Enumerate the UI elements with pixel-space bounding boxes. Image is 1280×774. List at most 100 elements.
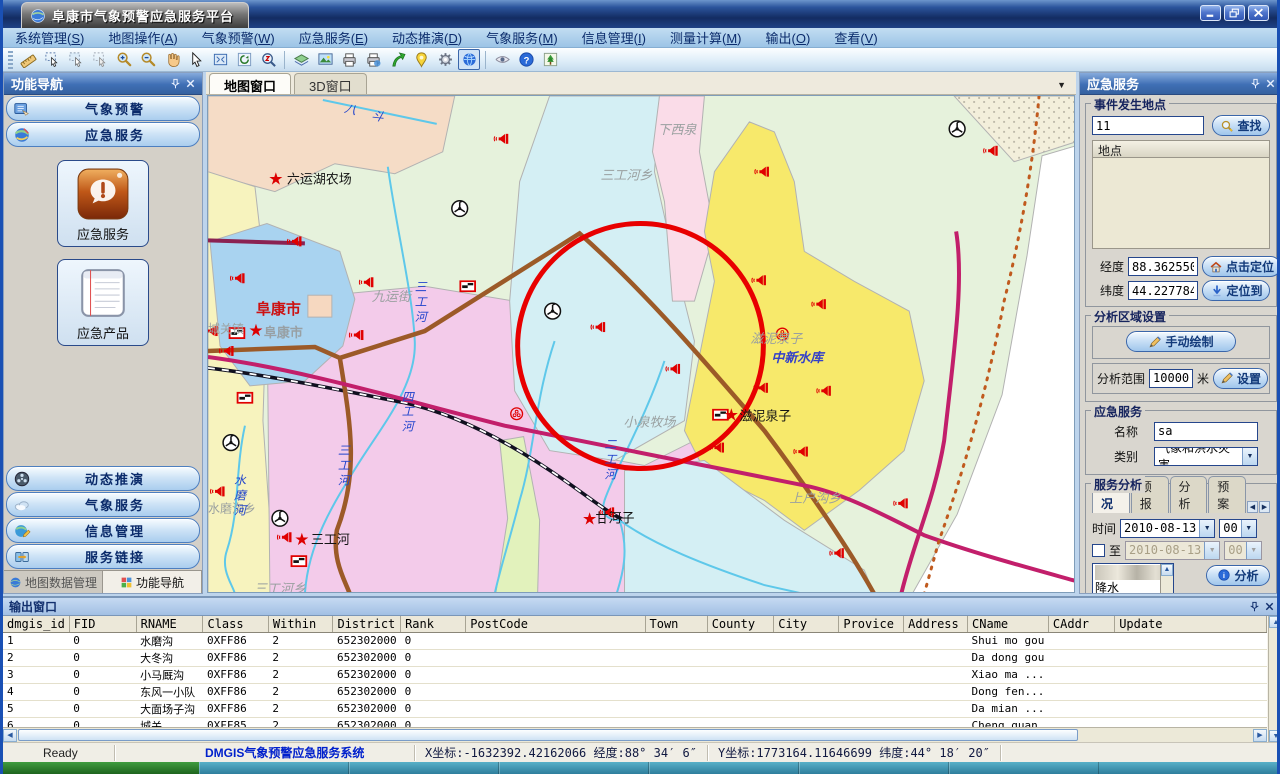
place-list[interactable] [1092, 157, 1270, 249]
element-list[interactable]: 降水空气温度 ▲▼ [1092, 563, 1174, 595]
map-tab[interactable]: 地图窗口 [209, 73, 291, 94]
print-preview-button[interactable] [362, 49, 384, 70]
service-name-field[interactable] [1154, 422, 1258, 441]
column-header[interactable]: dmgis_id [3, 616, 69, 632]
shortcut-alert-button[interactable]: 应急服务 [57, 160, 149, 247]
column-header[interactable]: Town [645, 616, 707, 632]
layers-button[interactable] [290, 49, 312, 70]
station-marker[interactable] [949, 121, 965, 137]
column-header[interactable]: Class [203, 616, 268, 632]
column-header[interactable]: District [333, 616, 401, 632]
station-marker[interactable] [452, 201, 468, 217]
analyze-button[interactable]: i 分析 [1206, 565, 1270, 586]
column-header[interactable]: Within [268, 616, 333, 632]
nav-group-film[interactable]: 动态推演 [6, 466, 200, 491]
scroll-left-icon[interactable]: ◀ [3, 729, 17, 742]
table-row[interactable]: 60城关0XFF8526523020000Cheng guan [3, 717, 1267, 727]
export-image-button[interactable] [314, 49, 336, 70]
flag-marker[interactable] [238, 393, 253, 403]
analysis-tab[interactable]: 预案 [1208, 476, 1246, 513]
chevron-down-icon[interactable]: ▼ [1199, 520, 1214, 537]
table-row[interactable]: 50大面场子沟0XFF8626523020000Da mian ... [3, 700, 1267, 717]
zoom-in-button[interactable] [113, 49, 135, 70]
nav-group-link[interactable]: 服务链接 [6, 544, 200, 569]
column-header[interactable]: County [707, 616, 774, 632]
menu-item-d[interactable]: 动态推演(D) [380, 27, 474, 48]
globe-3d-button[interactable] [458, 49, 480, 70]
tab-scroll-right-icon[interactable]: ▶ [1259, 501, 1270, 513]
search-button[interactable]: 查找 [1212, 115, 1270, 136]
menu-item-i[interactable]: 信息管理(I) [570, 27, 658, 48]
town-star-marker[interactable]: ★ [268, 170, 283, 189]
close-panel-icon[interactable] [1263, 76, 1278, 91]
pin-icon[interactable] [1248, 76, 1263, 91]
locate-to-button[interactable]: 定位到 [1202, 280, 1270, 301]
select-cursor-button[interactable] [41, 49, 63, 70]
pin-icon[interactable] [1247, 599, 1262, 614]
column-header[interactable]: City [774, 616, 839, 632]
manual-draw-button[interactable]: 手动绘制 [1126, 331, 1236, 352]
taskbar-start[interactable] [3, 762, 199, 774]
close-panel-icon[interactable] [183, 76, 198, 91]
pan-hand-button[interactable] [161, 49, 183, 70]
station-marker[interactable] [223, 435, 239, 451]
column-header[interactable]: Rank [401, 616, 466, 632]
hour-select[interactable]: 00▼ [1219, 519, 1256, 538]
refresh-button[interactable] [233, 49, 255, 70]
close-panel-icon[interactable] [1262, 599, 1277, 614]
column-header[interactable]: CAddr [1048, 616, 1114, 632]
table-horizontal-scrollbar[interactable]: ◀ ▶ [3, 727, 1267, 742]
table-row[interactable]: 30小马厩沟0XFF8626523020000Xiao ma ... [3, 666, 1267, 683]
print-button[interactable] [338, 49, 360, 70]
table-row[interactable]: 20大冬沟0XFF8626523020000Da dong gou [3, 649, 1267, 666]
analysis-tab[interactable]: 分析 [1170, 476, 1208, 513]
range-field[interactable] [1149, 369, 1193, 388]
settings-gear-button[interactable] [434, 49, 456, 70]
element-list-item[interactable]: 降水 [1093, 581, 1160, 595]
minimize-button[interactable] [1200, 5, 1221, 21]
ruler-button[interactable] [17, 49, 39, 70]
menu-item-m[interactable]: 测量计算(M) [658, 27, 754, 48]
zoom-out-button[interactable] [137, 49, 159, 70]
scrollbar-thumb[interactable] [18, 729, 1078, 741]
legend-tree-button[interactable] [539, 49, 561, 70]
menu-item-o[interactable]: 输出(O) [754, 27, 823, 48]
column-header[interactable]: FID [69, 616, 136, 632]
tab-scroll-left-icon[interactable]: ◀ [1247, 501, 1258, 513]
nav-group-infoglobe[interactable]: 信息管理 [6, 518, 200, 543]
column-header[interactable]: CName [968, 616, 1049, 632]
station-marker[interactable] [545, 303, 561, 319]
set-range-button[interactable]: 设置 [1213, 368, 1268, 389]
column-header[interactable]: Provice [839, 616, 904, 632]
longitude-field[interactable] [1128, 257, 1198, 276]
pin-icon[interactable] [168, 76, 183, 91]
nav-group-cloud[interactable]: 气象服务 [6, 492, 200, 517]
map-tab[interactable]: 3D窗口 [294, 73, 367, 94]
location-search-input[interactable] [1092, 116, 1204, 135]
column-header[interactable]: Address [904, 616, 968, 632]
menu-item-v[interactable]: 查看(V) [822, 27, 889, 48]
left-tab-squares[interactable]: 功能导航 [103, 571, 202, 593]
scroll-right-icon[interactable]: ▶ [1253, 729, 1267, 742]
placemark-button[interactable] [410, 49, 432, 70]
map-canvas[interactable]: ★★★★★ 八斗六运湖农场三工河乡下西泉九运街阜康市城关镇阜康市滋泥泉子中新水库… [207, 95, 1075, 593]
menu-item-e[interactable]: 应急服务(E) [287, 27, 380, 48]
flag-marker[interactable] [460, 281, 475, 291]
menu-item-w[interactable]: 气象预警(W) [190, 27, 287, 48]
table-vertical-scrollbar[interactable]: ▲ ▼ [1268, 616, 1280, 742]
pointer-button[interactable] [185, 49, 207, 70]
to-checkbox[interactable] [1092, 544, 1105, 557]
eye-button[interactable] [491, 49, 513, 70]
help-button[interactable]: ? [515, 49, 537, 70]
select-box-button[interactable] [65, 49, 87, 70]
column-header[interactable]: RNAME [136, 616, 203, 632]
table-row[interactable]: 40东风一小队0XFF8626523020000Dong fen... [3, 683, 1267, 700]
left-tab-mapglobe[interactable]: 地图数据管理 [4, 571, 103, 593]
station-marker[interactable] [272, 510, 288, 526]
click-locate-button[interactable]: 点击定位 [1202, 256, 1280, 277]
go-arrow-button[interactable] [386, 49, 408, 70]
town-star-marker[interactable]: ★ [294, 530, 309, 549]
scroll-up-icon[interactable]: ▲ [1161, 564, 1173, 576]
column-header[interactable]: Update [1115, 616, 1267, 632]
select-clear-button[interactable] [89, 49, 111, 70]
